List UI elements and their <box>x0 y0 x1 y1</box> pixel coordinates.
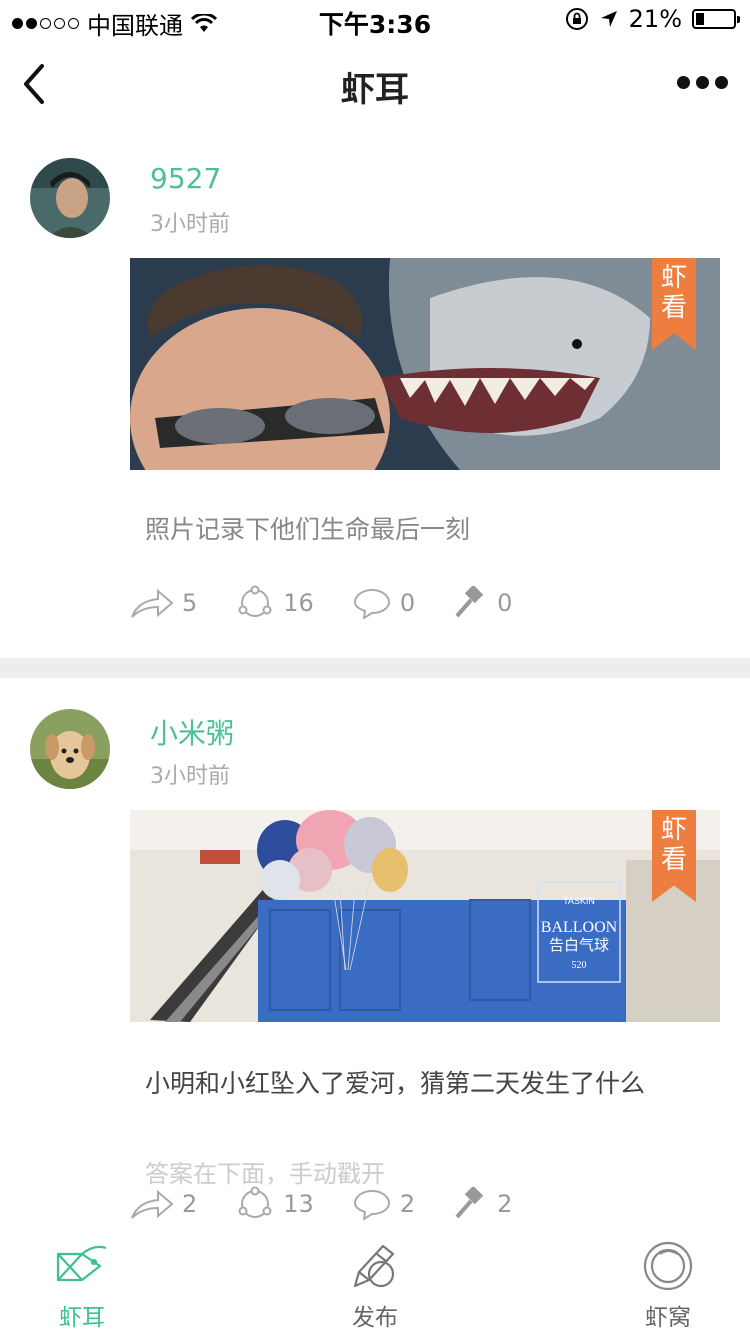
post-text[interactable]: 小明和小红坠入了爱河，猜第二天发生了什么 <box>145 1064 645 1100</box>
comment-count: 0 <box>399 589 416 617</box>
avatar[interactable] <box>30 158 110 238</box>
post-extra-text: 答案在下面，手动戳开 <box>145 1160 385 1188</box>
badge-text-1: 虾 <box>660 263 687 293</box>
like-count: 13 <box>283 1190 314 1218</box>
like-count: 16 <box>283 589 314 617</box>
forward-button[interactable]: 5 <box>130 587 197 619</box>
username[interactable]: 9527 <box>150 162 221 195</box>
tab-publish[interactable]: 发布 <box>315 1240 435 1332</box>
tab-xiaer[interactable]: 虾耳 <box>22 1240 142 1332</box>
location-arrow-icon <box>600 11 617 27</box>
post-actions: 2 13 2 2 <box>130 1186 550 1222</box>
tab-label: 虾窝 <box>645 1305 691 1331</box>
divider <box>0 658 750 678</box>
username[interactable]: 小米粥 <box>150 712 234 752</box>
tab-nest[interactable]: 虾窝 <box>608 1240 728 1332</box>
image-brand: TASKIN <box>563 896 595 906</box>
post-image[interactable]: 虾 看 <box>130 258 720 470</box>
post-image[interactable]: TASKIN BALLOON 告白气球 520 虾 看 <box>130 810 720 1022</box>
hammer-count: 0 <box>497 589 513 617</box>
tab-label: 虾耳 <box>59 1305 105 1331</box>
share-arrow-icon <box>131 1189 174 1219</box>
badge-text-1: 虾 <box>660 815 687 845</box>
badge-text-2: 看 <box>660 292 687 323</box>
more-dots-icon <box>677 76 690 89</box>
post-time: 3小时前 <box>150 212 230 237</box>
status-right: 21% <box>565 5 740 33</box>
forward-count: 2 <box>182 1190 198 1218</box>
battery-percent: 21% <box>628 5 682 33</box>
like-button[interactable]: 16 <box>235 585 314 621</box>
post-time: 3小时前 <box>150 764 230 789</box>
feed[interactable]: 9527 3小时前 虾 看 照片记录下他们生命最后一刻 5 16 0 0 小米粥… <box>0 128 750 1234</box>
more-button[interactable] <box>677 76 728 89</box>
hammer-button[interactable]: 0 <box>453 586 512 620</box>
navigation-bar: 虾耳 <box>0 40 750 128</box>
hammer-count: 2 <box>497 1190 513 1218</box>
badge-text-2: 看 <box>660 844 687 875</box>
avatar[interactable] <box>30 709 110 789</box>
page-title: 虾耳 <box>341 70 409 110</box>
circle-nest-icon <box>643 1241 693 1291</box>
hammer-button[interactable]: 2 <box>453 1187 512 1221</box>
tab-bar: 虾耳 发布 虾窝 <box>0 1234 750 1334</box>
comment-button[interactable]: 0 <box>352 587 415 619</box>
battery-icon <box>692 9 740 29</box>
comment-bubble-icon <box>353 588 390 619</box>
post-actions: 5 16 0 0 <box>130 585 550 621</box>
image-subtitle: 告白气球 <box>549 936 609 954</box>
hammer-icon <box>455 586 484 618</box>
like-button[interactable]: 13 <box>235 1186 314 1222</box>
post-card: 9527 3小时前 虾 看 照片记录下他们生命最后一刻 5 16 0 0 <box>0 128 750 658</box>
forward-count: 5 <box>182 589 198 617</box>
hammer-icon <box>455 1187 484 1219</box>
shrimp-fish-icon <box>56 1245 107 1282</box>
ring-nodes-icon <box>238 1186 272 1218</box>
status-bar: 中国联通 下午3:36 21% <box>0 0 750 40</box>
image-number: 520 <box>572 960 587 971</box>
comment-button[interactable]: 2 <box>352 1188 415 1220</box>
post-card: 小米粥 3小时前 TASKIN BALLOON 告白气球 520 虾 看 小明和… <box>0 678 750 1234</box>
forward-button[interactable]: 2 <box>130 1188 197 1220</box>
image-title: BALLOON <box>541 919 618 936</box>
rotation-lock-icon <box>565 8 588 30</box>
ring-nodes-icon <box>238 585 272 617</box>
post-text[interactable]: 照片记录下他们生命最后一刻 <box>145 510 470 546</box>
pen-icon <box>353 1244 395 1288</box>
tab-label: 发布 <box>352 1305 398 1331</box>
comment-bubble-icon <box>353 1189 390 1220</box>
share-arrow-icon <box>131 588 174 618</box>
comment-count: 2 <box>399 1190 416 1218</box>
